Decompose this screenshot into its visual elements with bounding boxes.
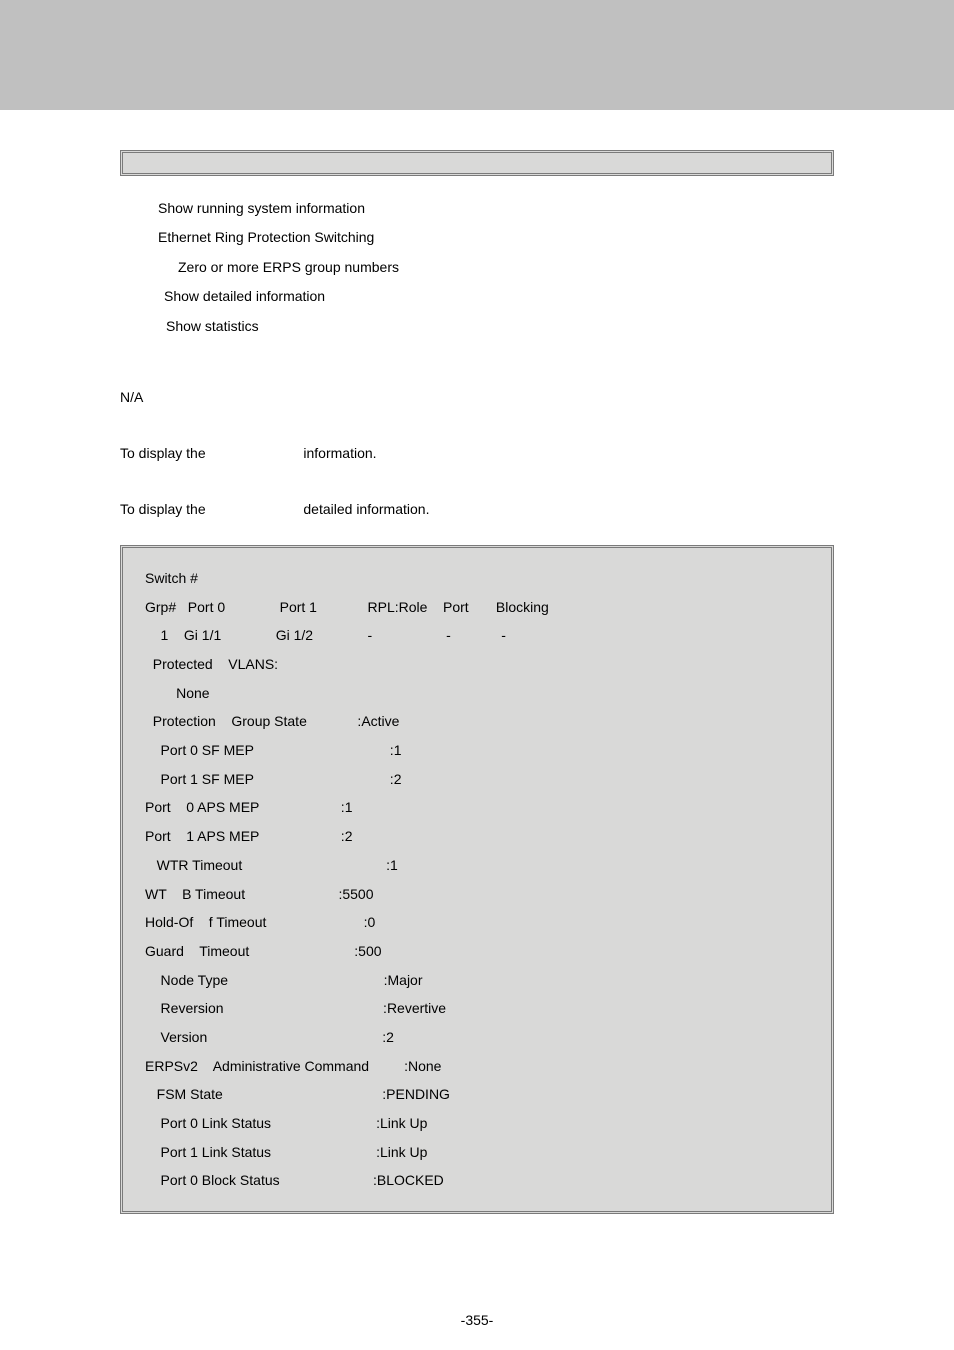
page-number: -355- [0,1312,954,1328]
page-content: Show running system information Ethernet… [0,110,954,1214]
code-line: Protection Group State :Active [145,707,809,736]
desc-text: detailed information. [300,501,430,517]
code-line: Port 1 SF MEP :2 [145,765,809,794]
code-line: Port 1 Link Status :Link Up [145,1138,809,1167]
code-line: Port 0 Block Status :BLOCKED [145,1166,809,1195]
description-line-2: To display the detailed information. [120,501,834,517]
code-line: Port 0 APS MEP :1 [145,793,809,822]
desc-text: To display the [120,501,210,517]
list-item: Show statistics [166,312,834,341]
code-line: Grp# Port 0 Port 1 RPL:Role Port Blockin… [145,593,809,622]
description-list: Show running system information Ethernet… [158,194,834,341]
code-line: Protected VLANS: [145,650,809,679]
code-line: None [145,679,809,708]
code-line: WTR Timeout :1 [145,851,809,880]
desc-text: To display the [120,445,210,461]
code-line: Port 0 Link Status :Link Up [145,1109,809,1138]
list-item: Ethernet Ring Protection Switching [158,223,834,252]
code-line: Hold-Of f Timeout :0 [145,908,809,937]
description-line-1: To display the information. [120,445,834,461]
top-banner [0,0,954,110]
code-line: Version :2 [145,1023,809,1052]
code-line: Port 0 SF MEP :1 [145,736,809,765]
list-item: Zero or more ERPS group numbers [178,253,834,282]
desc-text: information. [300,445,377,461]
code-line: ERPSv2 Administrative Command :None [145,1052,809,1081]
code-line: Guard Timeout :500 [145,937,809,966]
panel-divider [120,150,834,176]
code-line: WT B Timeout :5500 [145,880,809,909]
terminal-output: Switch # Grp# Port 0 Port 1 RPL:Role Por… [120,545,834,1214]
code-line: FSM State :PENDING [145,1080,809,1109]
na-text: N/A [120,389,834,405]
code-line: Port 1 APS MEP :2 [145,822,809,851]
list-item: Show detailed information [164,282,834,311]
code-line: 1 Gi 1/1 Gi 1/2 - - - [145,621,809,650]
list-item: Show running system information [158,194,834,223]
code-line: Switch # [145,564,809,593]
code-line: Node Type :Major [145,966,809,995]
code-line: Reversion :Revertive [145,994,809,1023]
